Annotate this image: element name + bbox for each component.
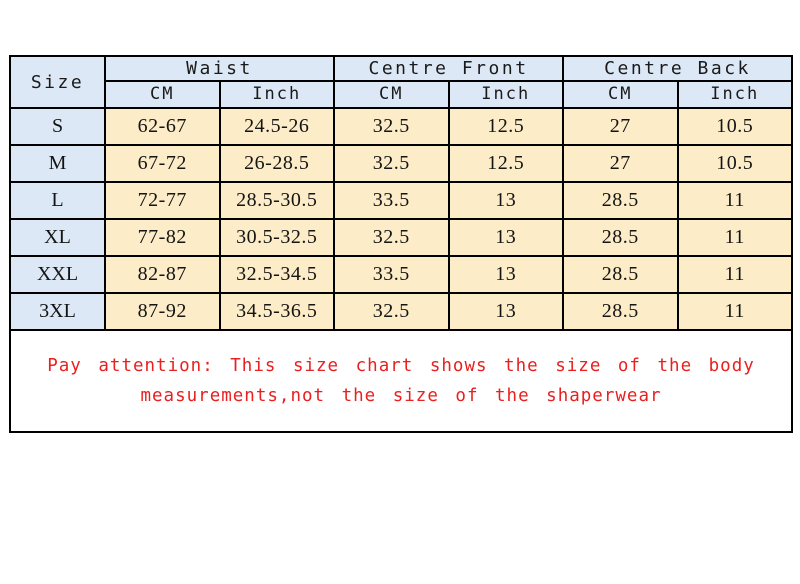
table-body: S 62-67 24.5-26 32.5 12.5 27 10.5 M 67-7… (8, 107, 794, 433)
cell-cb-inch: 10.5 (676, 144, 794, 183)
column-group-waist: Waist (104, 55, 335, 82)
cell-waist-cm: 87-92 (104, 292, 221, 331)
table-row: XXL 82-87 32.5-34.5 33.5 13 28.5 11 (9, 255, 794, 294)
table-row: L 72-77 28.5-30.5 33.5 13 28.5 11 (9, 181, 794, 220)
column-header-cb-cm: CM (562, 80, 679, 109)
column-group-centre-front: Centre Front (332, 55, 565, 82)
table-row: XL 77-82 30.5-32.5 32.5 13 28.5 11 (9, 218, 794, 257)
cell-waist-inch: 32.5-34.5 (218, 255, 335, 294)
column-header-size: Size (9, 55, 106, 109)
header-row-groups: Size Waist Centre Front Centre Back (9, 55, 794, 109)
note-line-2: measurements,not the size of the shaperw… (140, 386, 662, 406)
cell-cf-inch: 13 (447, 218, 565, 257)
column-group-centre-back: Centre Back (562, 55, 794, 82)
note-row: Pay attention: This size chart shows the… (8, 329, 794, 433)
column-header-cf-inch: Inch (447, 80, 565, 109)
cell-size: S (9, 107, 106, 146)
cell-cb-cm: 28.5 (562, 181, 679, 220)
table-header: Size Waist Centre Front Centre Back CM I… (9, 55, 794, 109)
cell-waist-inch: 30.5-32.5 (218, 218, 335, 257)
cell-waist-cm: 62-67 (104, 107, 221, 146)
cell-waist-cm: 77-82 (104, 218, 221, 257)
cell-cb-cm: 28.5 (562, 292, 679, 331)
cell-cf-inch: 13 (447, 181, 565, 220)
cell-cf-inch: 12.5 (447, 107, 565, 146)
cell-cf-cm: 32.5 (333, 218, 450, 257)
size-chart-table: Size Waist Centre Front Centre Back CM I… (8, 55, 794, 433)
cell-waist-cm: 82-87 (104, 255, 221, 294)
cell-size: XXL (9, 255, 106, 294)
cell-cf-cm: 32.5 (333, 144, 450, 183)
cell-cf-cm: 32.5 (333, 292, 450, 331)
cell-waist-inch: 26-28.5 (218, 144, 335, 183)
table-row: S 62-67 24.5-26 32.5 12.5 27 10.5 (9, 107, 794, 146)
note-container: Pay attention: This size chart shows the… (8, 329, 794, 433)
column-header-waist-cm: CM (104, 80, 221, 109)
cell-cb-inch: 11 (676, 255, 794, 294)
cell-waist-inch: 24.5-26 (218, 107, 335, 146)
cell-size: XL (9, 218, 106, 257)
cell-cb-inch: 11 (676, 181, 794, 220)
cell-cf-cm: 33.5 (333, 181, 450, 220)
cell-cb-inch: 11 (676, 218, 794, 257)
note-line-1: Pay attention: This size chart shows the… (47, 356, 755, 376)
column-header-cb-inch: Inch (676, 80, 794, 109)
cell-cb-cm: 28.5 (562, 218, 679, 257)
size-chart-container: Size Waist Centre Front Centre Back CM I… (8, 55, 794, 433)
cell-cf-inch: 13 (447, 292, 565, 331)
cell-size: M (9, 144, 106, 183)
cell-cb-inch: 10.5 (676, 107, 794, 146)
cell-cb-cm: 27 (562, 107, 679, 146)
table-row: M 67-72 26-28.5 32.5 12.5 27 10.5 (9, 144, 794, 183)
cell-cf-cm: 33.5 (333, 255, 450, 294)
cell-waist-inch: 28.5-30.5 (218, 181, 335, 220)
cell-waist-inch: 34.5-36.5 (218, 292, 335, 331)
cell-size: 3XL (9, 292, 106, 331)
note-text: Pay attention: This size chart shows the… (11, 351, 791, 411)
table-row: 3XL 87-92 34.5-36.5 32.5 13 28.5 11 (9, 292, 794, 331)
cell-cf-cm: 32.5 (333, 107, 450, 146)
cell-cf-inch: 13 (447, 255, 565, 294)
header-row-units: CM Inch CM Inch CM Inch (10, 80, 794, 109)
cell-cb-cm: 27 (562, 144, 679, 183)
cell-waist-cm: 67-72 (104, 144, 221, 183)
cell-cf-inch: 12.5 (447, 144, 565, 183)
cell-waist-cm: 72-77 (104, 181, 221, 220)
cell-cb-inch: 11 (676, 292, 794, 331)
column-header-cf-cm: CM (333, 80, 450, 109)
cell-size: L (9, 181, 106, 220)
column-header-waist-inch: Inch (218, 80, 335, 109)
cell-cb-cm: 28.5 (562, 255, 679, 294)
